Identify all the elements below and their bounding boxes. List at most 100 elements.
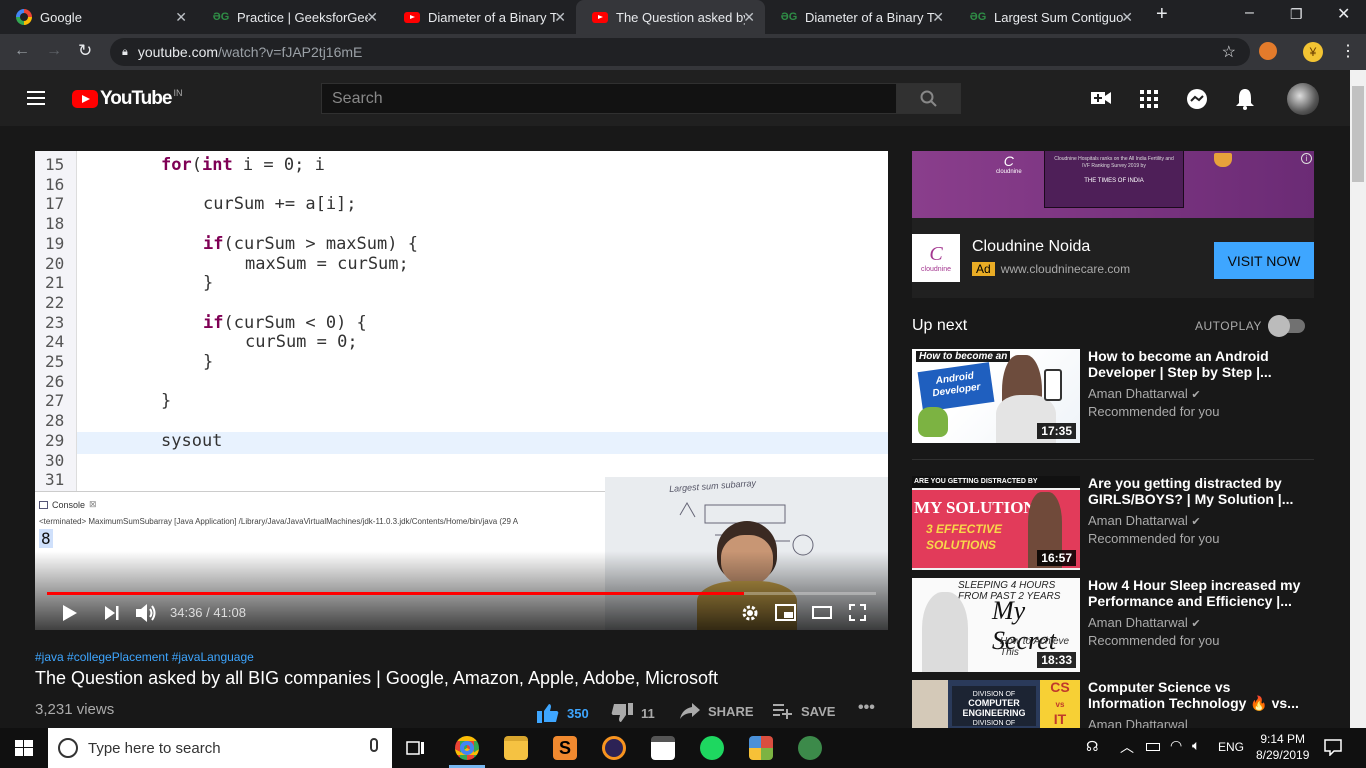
logo-text: YouTube [100, 88, 172, 109]
close-icon[interactable]: ✕ [366, 9, 378, 26]
close-icon[interactable]: ✕ [1121, 9, 1133, 26]
next-video-icon[interactable] [105, 606, 119, 620]
video-title[interactable]: How to become an Android Developer | Ste… [1088, 348, 1308, 380]
reload-button[interactable]: ↻ [78, 41, 92, 61]
apps-grid-icon[interactable] [1140, 90, 1158, 108]
close-icon[interactable]: ✕ [175, 9, 187, 26]
video-title[interactable]: Computer Science vs Information Technolo… [1088, 680, 1308, 711]
video-hashtags[interactable]: #java #collegePlacement #javaLanguage [35, 650, 254, 664]
close-icon[interactable]: ✕ [743, 9, 755, 26]
search-input[interactable]: Search [321, 83, 897, 114]
video-thumbnail[interactable]: SLEEPING 4 HOURS FROM PAST 2 YEARS My Se… [912, 578, 1080, 672]
channel-name[interactable]: Aman Dhattarwal ✔ [1088, 513, 1201, 528]
video-thumbnail[interactable]: How to become an Android Developer 17:35 [912, 349, 1080, 443]
fullscreen-icon[interactable] [849, 604, 866, 621]
recommended-video[interactable]: How to become an Android Developer 17:35 … [912, 348, 1314, 443]
line-number: 16 [45, 174, 65, 194]
action-center-icon[interactable] [1324, 739, 1342, 756]
tab-title: Largest Sum Contiguou [994, 9, 1123, 25]
tab-diameter-gfg[interactable]: ƏG Diameter of a Binary Tre ✕ [765, 0, 954, 34]
recommended-video[interactable]: SLEEPING 4 HOURS FROM PAST 2 YEARS My Se… [912, 577, 1314, 672]
recommended-video[interactable]: DIVISION OF COMPUTER ENGINEERING DIVISION … [912, 680, 1314, 728]
show-hidden-icons[interactable]: ︿ [1120, 737, 1134, 757]
video-duration: 17:35 [1037, 423, 1076, 439]
spotify-icon[interactable] [700, 736, 724, 760]
create-video-icon[interactable] [1090, 89, 1112, 107]
dislike-button[interactable]: 11 [611, 703, 655, 723]
tab-question-yt[interactable]: The Question asked by ✕ [576, 0, 765, 34]
youtube-logo[interactable]: YouTube IN [72, 88, 182, 110]
file-explorer-icon[interactable] [504, 736, 528, 760]
windows-start-icon[interactable] [15, 740, 33, 756]
share-label: SHARE [708, 703, 754, 719]
autoplay-toggle-knob[interactable] [1268, 315, 1290, 337]
recommended-video[interactable]: ARE YOU GETTING DISTRACTED BY GIRLS/BOYS… [912, 475, 1314, 570]
hamburger-menu-icon[interactable] [27, 91, 45, 105]
wifi-icon[interactable]: ◠ [1170, 737, 1182, 754]
avatar[interactable] [1287, 83, 1319, 115]
theater-mode-icon[interactable] [812, 606, 832, 619]
close-window-button[interactable]: ✕ [1337, 4, 1350, 24]
star-icon[interactable]: ☆ [1222, 42, 1236, 62]
taskbar-search-input[interactable]: Type here to search [48, 728, 392, 768]
microsoft-store-icon[interactable] [651, 736, 675, 760]
like-button[interactable]: 350 [537, 703, 589, 723]
visit-now-button[interactable]: VISIT NOW [1214, 242, 1314, 279]
video-thumbnail[interactable]: ARE YOU GETTING DISTRACTED BY GIRLS/BOYS… [912, 476, 1080, 570]
ad-badge: Ad [972, 262, 995, 276]
share-button[interactable]: SHARE [680, 703, 754, 719]
clock-date: 8/29/2019 [1256, 748, 1310, 762]
scrollbar-thumb[interactable] [1352, 86, 1364, 182]
volume-icon[interactable] [136, 603, 158, 623]
video-title[interactable]: How 4 Hour Sleep increased my Performanc… [1088, 577, 1308, 609]
recommendation-note: Recommended for you [1088, 531, 1220, 546]
notifications-bell-icon[interactable] [1235, 88, 1255, 110]
ad-info-icon[interactable]: i [1301, 153, 1312, 164]
tab-practice-gfg[interactable]: ƏG Practice | GeeksforGeek ✕ [197, 0, 388, 34]
messages-icon[interactable] [1186, 88, 1208, 110]
android-studio-icon[interactable] [798, 736, 822, 760]
close-icon[interactable]: ✕ [554, 9, 566, 26]
system-clock[interactable]: 9:14 PM 8/29/2019 [1256, 731, 1309, 763]
channel-name[interactable]: Aman Dhattarwal ✔ [1088, 386, 1201, 401]
video-title[interactable]: Are you getting distracted by GIRLS/BOYS… [1088, 475, 1308, 507]
battery-icon[interactable] [1146, 743, 1160, 751]
new-tab-button[interactable]: + [1156, 3, 1168, 26]
play-icon[interactable] [63, 605, 77, 621]
miniplayer-icon[interactable] [775, 604, 796, 621]
url-field[interactable]: 🔒︎ youtube.com/watch?v=fJAP2tj16mE ☆ [110, 38, 1250, 66]
tab-largest-sum-gfg[interactable]: ƏG Largest Sum Contiguou ✕ [954, 0, 1143, 34]
chrome-taskbar-icon[interactable] [455, 736, 479, 760]
task-view-icon[interactable] [406, 739, 426, 757]
people-icon[interactable]: ☊ [1086, 738, 1098, 755]
minimize-button[interactable]: – [1245, 4, 1254, 22]
progress-bar[interactable] [47, 592, 876, 595]
channel-name[interactable]: Aman Dhattarwal [1088, 717, 1188, 728]
advertiser-url[interactable]: www.cloudninecare.com [1001, 262, 1130, 276]
sublime-text-icon[interactable]: S [553, 736, 577, 760]
app-grid-taskbar-icon[interactable] [749, 736, 773, 760]
channel-name[interactable]: Aman Dhattarwal ✔ [1088, 615, 1201, 630]
tab-title: Practice | GeeksforGeek [237, 9, 368, 25]
ad-banner[interactable]: Ccloudnine Cloudnine Hospitals ranks on … [912, 151, 1314, 218]
advertiser-name[interactable]: Cloudnine Noida [972, 238, 1090, 256]
back-button[interactable]: ← [14, 42, 30, 60]
volume-tray-icon[interactable]: 🔈︎ [1192, 737, 1200, 754]
profile-extension-icon[interactable]: ¥ [1303, 42, 1323, 62]
restore-button[interactable]: ❐ [1290, 6, 1303, 23]
extension-icon[interactable] [1259, 42, 1277, 60]
save-button[interactable]: SAVE [773, 703, 835, 719]
microphone-icon[interactable] [370, 738, 378, 752]
video-thumbnail[interactable]: DIVISION OF COMPUTER ENGINEERING DIVISION … [912, 680, 1080, 728]
forward-button[interactable]: → [46, 42, 62, 60]
language-indicator[interactable]: ENG [1218, 740, 1244, 754]
more-actions-icon[interactable]: ••• [858, 699, 875, 717]
settings-gear-icon[interactable] [741, 604, 759, 622]
search-button[interactable] [896, 83, 961, 114]
video-player[interactable]: 15 for(int i = 0; i 16 17 curSum += a[i]; 18 1… [35, 151, 888, 630]
tab-google[interactable]: Google ✕ [0, 0, 197, 34]
close-icon[interactable]: ✕ [932, 9, 944, 26]
eclipse-icon[interactable] [602, 736, 626, 760]
tab-diameter-yt[interactable]: Diameter of a Binary Tre ✕ [388, 0, 576, 34]
menu-dots-icon[interactable]: ⋮ [1340, 41, 1356, 61]
